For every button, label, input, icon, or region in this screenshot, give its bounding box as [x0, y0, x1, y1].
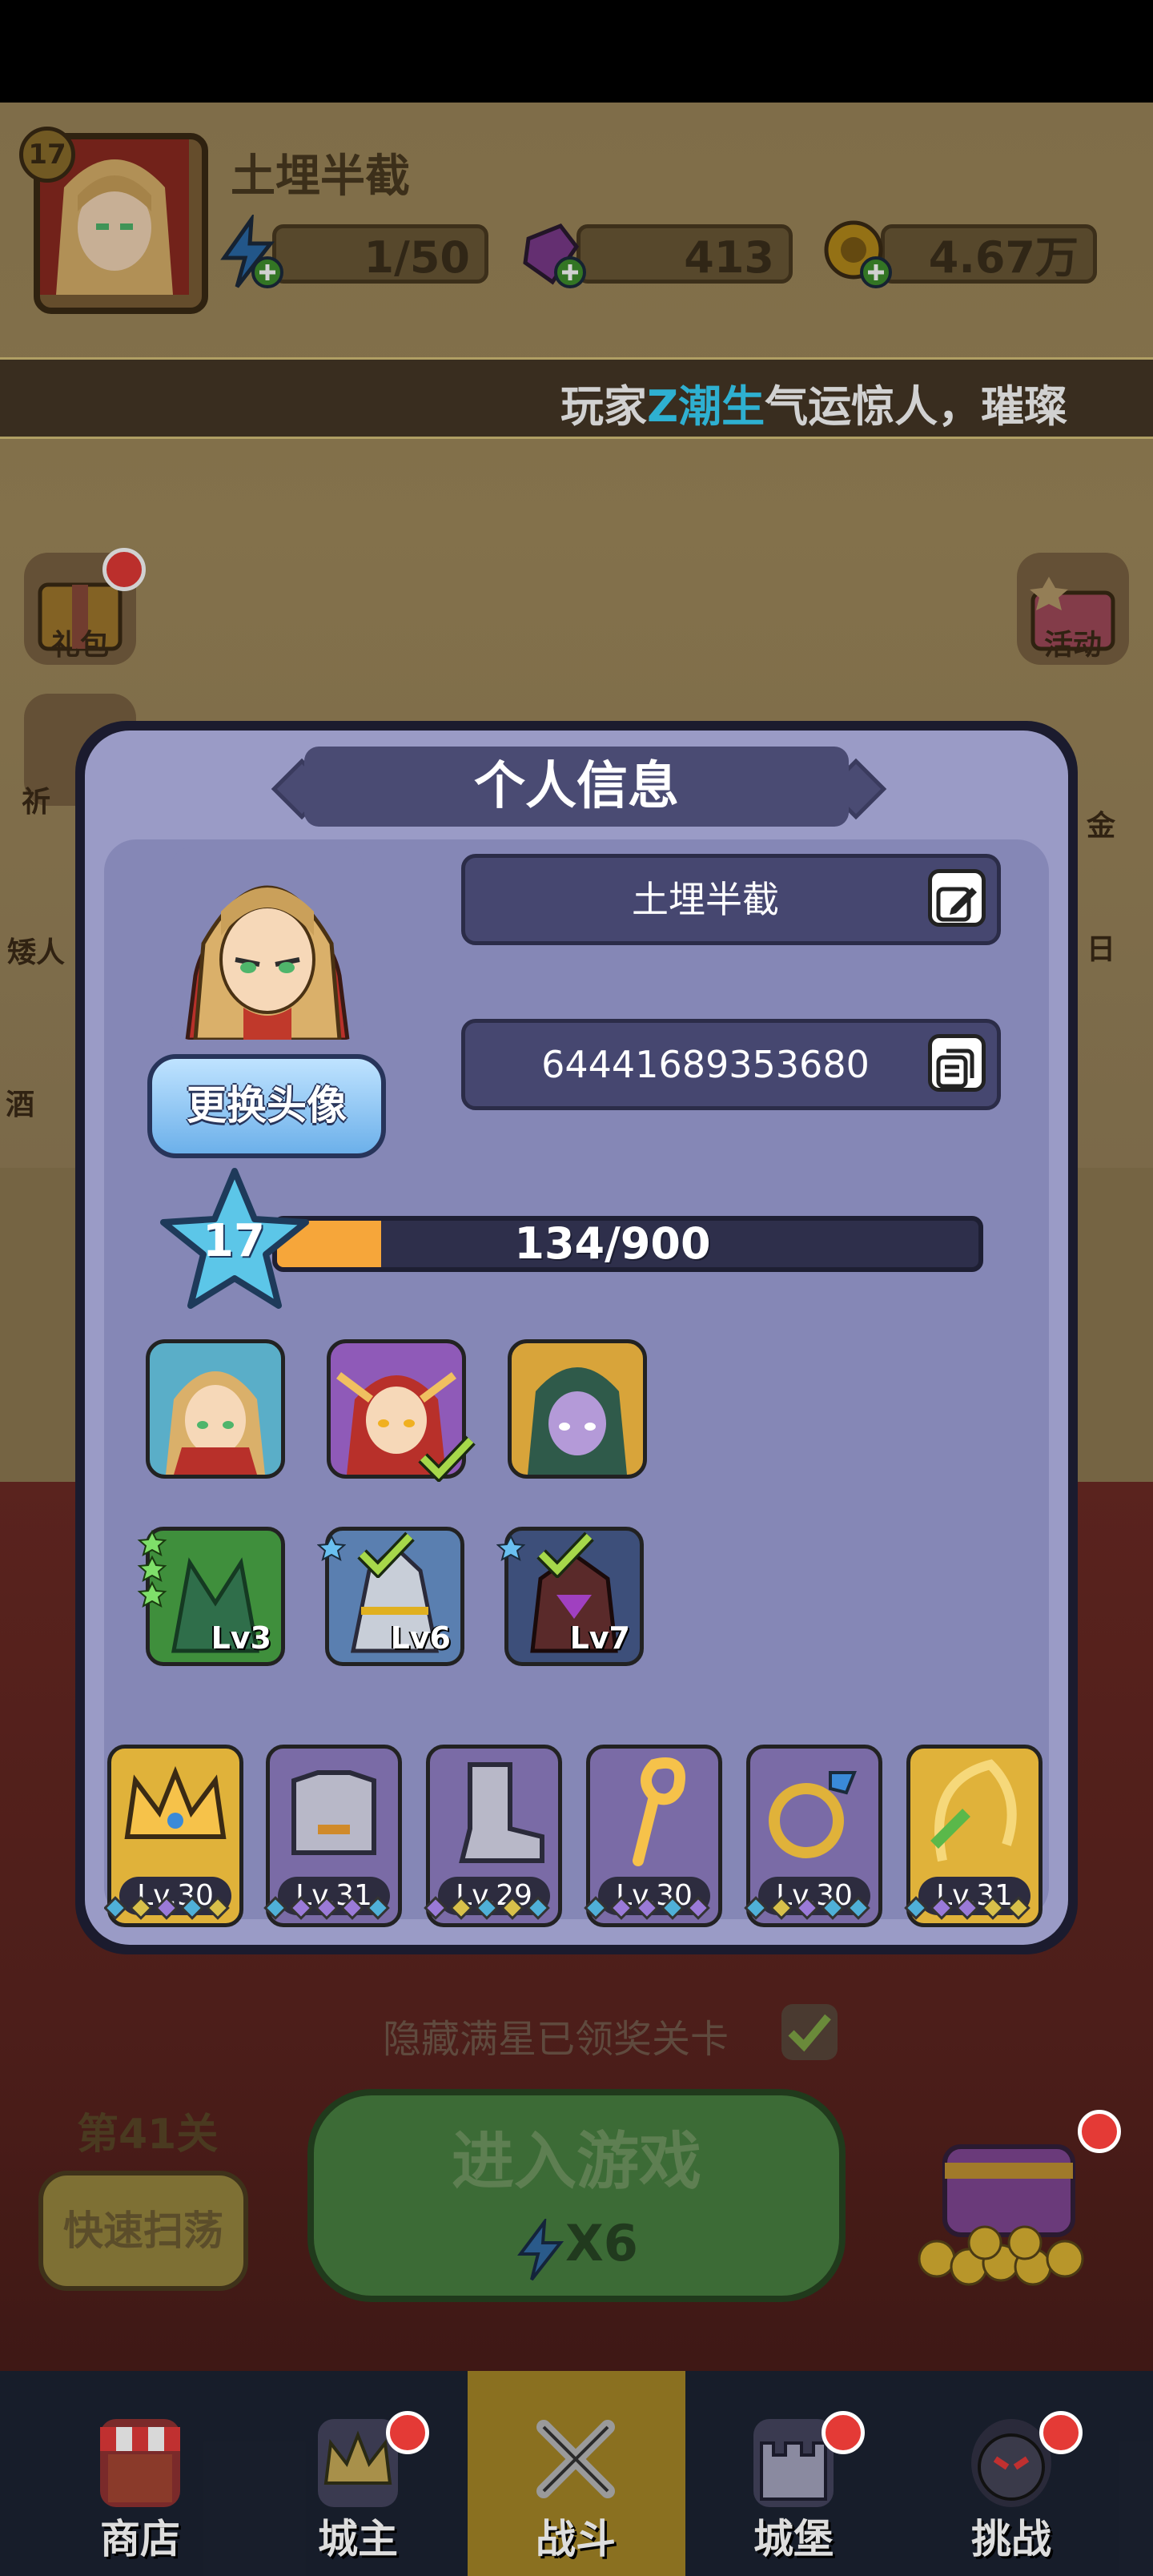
nav-shop[interactable]: 商店 — [32, 2371, 248, 2576]
nav-shop-label: 商店 — [100, 2516, 180, 2562]
change-avatar-button[interactable]: 更换头像 — [147, 1054, 386, 1158]
energy-cost: X6 — [565, 2214, 638, 2272]
pet-star-icon — [496, 1534, 526, 1564]
pet-level: Lv6 — [390, 1620, 451, 1656]
selected-check-icon — [536, 1530, 594, 1580]
copy-icon[interactable] — [928, 1034, 986, 1092]
gold-icon[interactable] — [818, 215, 895, 292]
equipment-gem-sockets — [103, 1894, 1065, 1922]
status-bar — [0, 0, 1153, 103]
player-id-field: 64441689353680 — [461, 1019, 1001, 1110]
hide-completed-stages-label: 隐藏满星已领奖关卡 — [383, 2017, 729, 2062]
player-id-value: 64441689353680 — [541, 1043, 870, 1086]
notification-dot — [386, 2411, 429, 2454]
enter-game-label: 进入游戏 — [451, 2126, 701, 2198]
nickname-field[interactable]: 土埋半截 — [461, 854, 1001, 945]
notification-dot — [822, 2411, 865, 2454]
nav-lord[interactable]: 城主 — [250, 2371, 466, 2576]
nickname-value: 土埋半截 — [632, 878, 779, 921]
stage-label: 第41关 — [77, 2111, 219, 2159]
gold-counter: 4.67万 — [881, 224, 1097, 284]
profile-portrait — [171, 847, 364, 1040]
xp-text: 134/900 — [514, 1218, 711, 1269]
level-number: 17 — [203, 1215, 265, 1267]
pet-star-icon — [316, 1534, 347, 1564]
notification-dot — [102, 548, 146, 591]
nav-battle[interactable]: 战斗 — [468, 2371, 685, 2576]
quick-sweep-button[interactable]: 快速扫荡 — [38, 2171, 248, 2291]
pet-stars-icon — [136, 1529, 168, 1610]
nav-challenge-label: 挑战 — [971, 2516, 1051, 2562]
edit-icon[interactable] — [928, 869, 986, 927]
energy-counter: 1/50 — [272, 224, 488, 284]
nav-battle-label: 战斗 — [536, 2516, 616, 2562]
player-name: 土埋半截 — [231, 151, 410, 203]
modal-title: 个人信息 — [474, 757, 679, 816]
nav-lord-label: 城主 — [318, 2516, 398, 2562]
nav-castle-label: 城堡 — [753, 2516, 834, 2562]
pray-label: 祈 — [21, 786, 50, 819]
marquee-text: 玩家Z潮生气运惊人，璀璨 — [560, 381, 1068, 432]
gem-icon[interactable] — [512, 215, 589, 292]
selected-check-icon — [418, 1434, 476, 1483]
selected-check-icon — [357, 1530, 415, 1580]
hero-slot-3[interactable] — [508, 1339, 647, 1479]
notification-dot — [1039, 2411, 1083, 2454]
pet-level: Lv7 — [569, 1620, 630, 1656]
nav-challenge[interactable]: 挑战 — [903, 2371, 1119, 2576]
dwarf-label: 矮人 — [6, 936, 65, 969]
player-level-badge: 17 — [19, 127, 75, 183]
swords-icon — [536, 2419, 616, 2507]
tavern-label: 酒 — [5, 1089, 34, 1121]
hero-slot-1[interactable] — [146, 1339, 285, 1479]
hide-completed-checkbox[interactable] — [781, 2004, 838, 2060]
nav-castle[interactable]: 城堡 — [685, 2371, 902, 2576]
shop-icon — [100, 2419, 180, 2507]
event-label: 活动 — [1043, 629, 1102, 662]
gift-pack-label: 礼包 — [50, 629, 109, 662]
announcement-marquee: 玩家Z潮生气运惊人，璀璨 — [0, 357, 1153, 439]
pet-level: Lv3 — [211, 1620, 271, 1656]
gem-counter: 413 — [576, 224, 793, 284]
energy-cost-icon — [512, 2216, 568, 2283]
notification-dot — [1078, 2110, 1121, 2153]
energy-icon[interactable] — [210, 212, 287, 292]
